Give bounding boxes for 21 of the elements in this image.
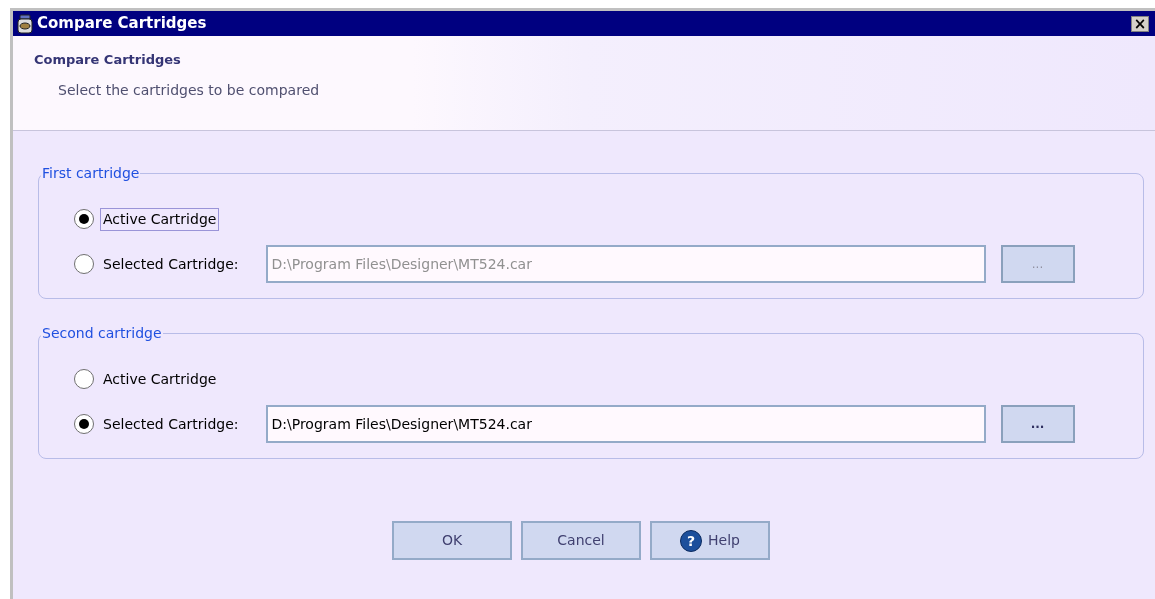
help-button[interactable]: ? Help [650,521,770,560]
close-button[interactable]: × [1131,15,1149,32]
radio-button[interactable] [74,209,94,229]
dialog-button[interactable]: OK [392,521,512,560]
radio-button[interactable] [74,369,94,389]
radio-label[interactable]: Selected Cartridge: [100,252,242,276]
radio-label[interactable]: Selected Cartridge: [100,412,242,436]
window-title: Compare Cartridges [37,13,208,35]
path-field[interactable]: D:\Program Files\Designer\MT524.car [265,405,986,443]
radio-button[interactable] [74,414,94,434]
header-title: Compare Cartridges [34,51,182,69]
group-title: Second cartridge [41,324,163,343]
header-subtitle: Select the cartridges to be compared [57,80,321,100]
browse-button[interactable]: ... [1000,405,1075,443]
radio-label[interactable]: Active Cartridge [100,367,220,391]
dialog-button[interactable]: Cancel [521,521,641,560]
jar-icon [17,13,33,34]
radio-button[interactable] [74,254,94,274]
group-title: First cartridge [41,164,141,183]
help-icon: ? [680,529,703,552]
radio-label[interactable]: Active Cartridge [100,207,220,231]
